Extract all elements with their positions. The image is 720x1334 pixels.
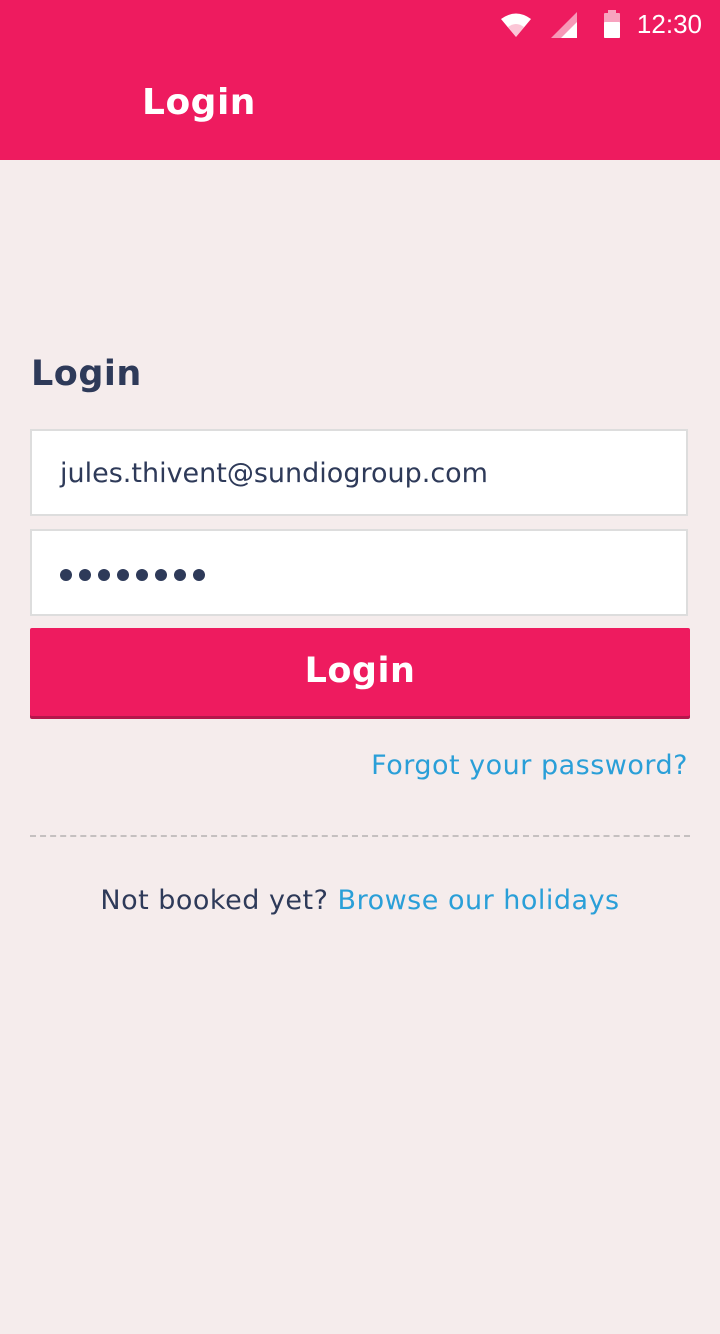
not-booked-text: Not booked yet? — [100, 885, 329, 916]
browse-holidays-link[interactable]: Browse our holidays — [338, 885, 620, 916]
password-dot — [155, 569, 167, 581]
login-button[interactable]: Login — [30, 628, 690, 716]
battery-icon — [604, 10, 620, 38]
password-dot — [79, 569, 91, 581]
signal-icon — [551, 12, 577, 38]
forgot-password-link[interactable]: Forgot your password? — [371, 750, 688, 781]
email-field[interactable]: jules.thivent@sundiogroup.com — [30, 429, 688, 516]
password-dot — [98, 569, 110, 581]
password-field[interactable] — [30, 529, 688, 616]
status-bar: 12:30 — [0, 0, 720, 50]
app-bar-title: Login — [142, 82, 256, 123]
password-dot — [60, 569, 72, 581]
login-heading: Login — [31, 354, 142, 394]
status-time: 12:30 — [636, 9, 702, 39]
password-dot — [117, 569, 129, 581]
password-dot — [193, 569, 205, 581]
wifi-icon — [501, 13, 531, 37]
email-value: jules.thivent@sundiogroup.com — [60, 458, 488, 489]
password-mask — [60, 569, 205, 581]
footer: Not booked yet? Browse our holidays — [0, 885, 720, 916]
divider — [30, 835, 690, 837]
password-dot — [174, 569, 186, 581]
app-bar: 12:30 Login — [0, 0, 720, 160]
password-dot — [136, 569, 148, 581]
